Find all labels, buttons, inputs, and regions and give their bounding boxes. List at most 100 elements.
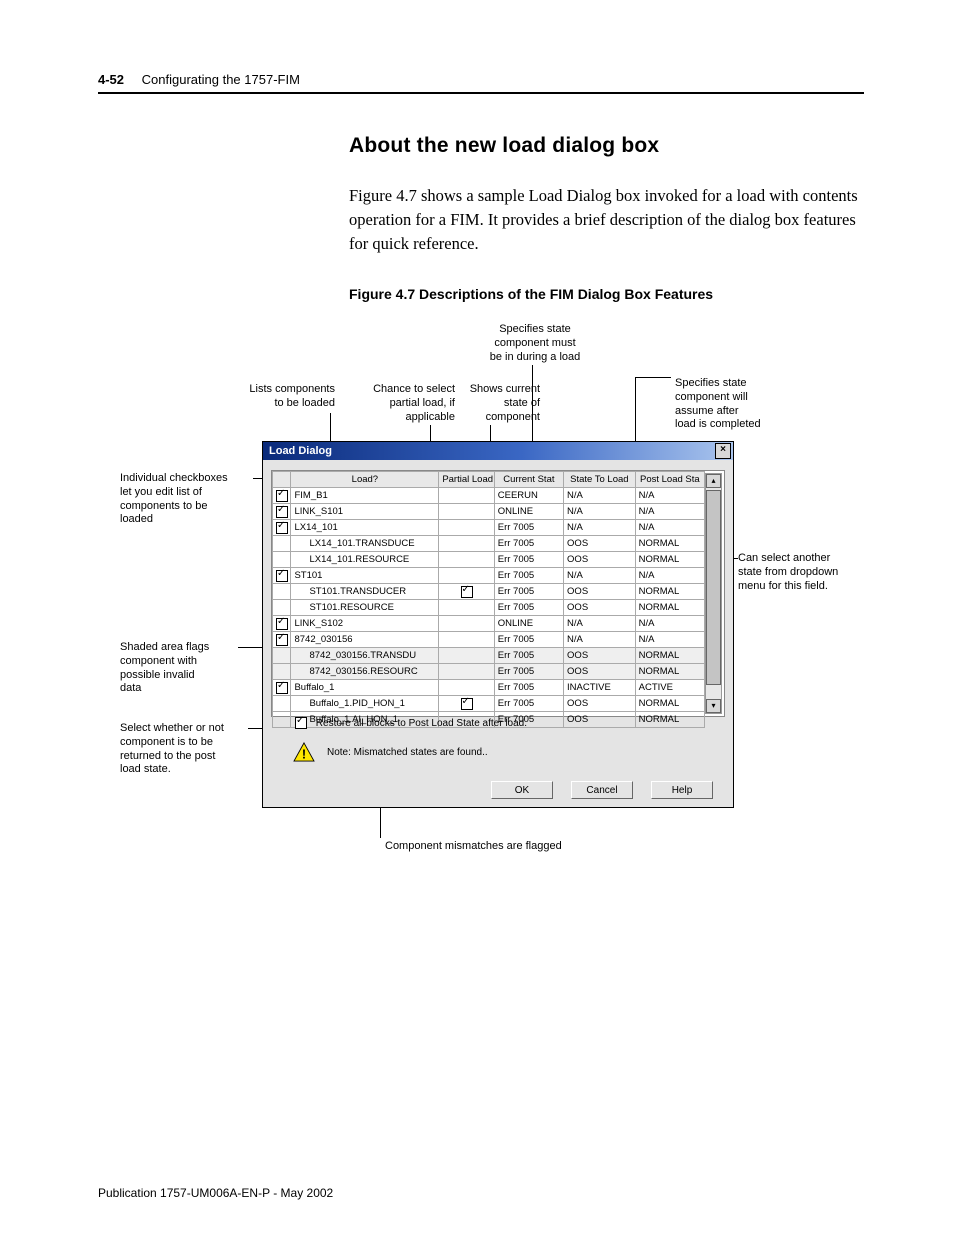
row-post-load: NORMAL xyxy=(635,664,704,680)
partial-checkbox[interactable] xyxy=(461,698,473,710)
row-checkbox-cell[interactable] xyxy=(273,520,291,536)
restore-row: Restore all blocks to Post Load State af… xyxy=(295,717,527,729)
row-partial[interactable] xyxy=(439,696,494,712)
row-name: Buffalo_1.PID_HON_1 xyxy=(291,696,439,712)
row-checkbox-cell[interactable] xyxy=(273,648,291,664)
row-state-to-load[interactable]: OOS xyxy=(564,600,636,616)
help-button[interactable]: Help xyxy=(651,781,713,799)
row-state-to-load[interactable]: N/A xyxy=(564,504,636,520)
row-partial[interactable] xyxy=(439,552,494,568)
row-state-to-load[interactable]: N/A xyxy=(564,616,636,632)
row-checkbox-cell[interactable] xyxy=(273,616,291,632)
row-checkbox-cell[interactable] xyxy=(273,600,291,616)
row-current: Err 7005 xyxy=(494,680,563,696)
row-state-to-load[interactable]: OOS xyxy=(564,648,636,664)
close-icon[interactable]: × xyxy=(715,443,731,459)
scroll-down-icon[interactable]: ▾ xyxy=(706,699,721,713)
row-post-load: N/A xyxy=(635,520,704,536)
row-current: Err 7005 xyxy=(494,552,563,568)
warning-icon: ! xyxy=(293,742,315,762)
row-partial[interactable] xyxy=(439,536,494,552)
row-checkbox-cell[interactable] xyxy=(273,664,291,680)
row-state-to-load[interactable]: OOS xyxy=(564,552,636,568)
col-load: Load? xyxy=(291,472,439,488)
row-checkbox-cell[interactable] xyxy=(273,632,291,648)
page-number: 4-52 xyxy=(98,72,124,87)
row-partial[interactable] xyxy=(439,584,494,600)
row-partial[interactable] xyxy=(439,520,494,536)
line xyxy=(635,377,671,378)
row-state-to-load[interactable]: N/A xyxy=(564,488,636,504)
row-name: 8742_030156 xyxy=(291,632,439,648)
row-current: ONLINE xyxy=(494,504,563,520)
row-checkbox-cell[interactable] xyxy=(273,568,291,584)
row-partial[interactable] xyxy=(439,600,494,616)
load-dialog: Load Dialog × Load? Partial Load Current… xyxy=(262,441,734,808)
row-state-to-load[interactable]: OOS xyxy=(564,584,636,600)
publication-footer: Publication 1757-UM006A-EN-P - May 2002 xyxy=(98,1186,333,1200)
warning-row: ! Note: Mismatched states are found.. xyxy=(293,742,488,762)
ok-button[interactable]: OK xyxy=(491,781,553,799)
row-partial[interactable] xyxy=(439,632,494,648)
restore-checkbox[interactable] xyxy=(295,717,307,729)
warning-note: Note: Mismatched states are found.. xyxy=(327,747,488,758)
row-checkbox-cell[interactable] xyxy=(273,696,291,712)
callout-individual: Individual checkboxes let you edit list … xyxy=(120,472,255,527)
row-post-load: NORMAL xyxy=(635,712,704,728)
row-name: 8742_030156.RESOURC xyxy=(291,664,439,680)
row-state-to-load[interactable]: OOS xyxy=(564,536,636,552)
table-row: ST101.RESOURCEErr 7005OOSNORMAL xyxy=(273,600,705,616)
row-checkbox-cell[interactable] xyxy=(273,488,291,504)
row-state-to-load[interactable]: INACTIVE xyxy=(564,680,636,696)
table-row: LX14_101.RESOURCEErr 7005OOSNORMAL xyxy=(273,552,705,568)
row-partial[interactable] xyxy=(439,648,494,664)
row-partial[interactable] xyxy=(439,568,494,584)
row-name: ST101.TRANSDUCER xyxy=(291,584,439,600)
row-checkbox-cell[interactable] xyxy=(273,584,291,600)
scrollbar[interactable]: ▴ ▾ xyxy=(705,473,722,714)
row-partial[interactable] xyxy=(439,504,494,520)
row-current: Err 7005 xyxy=(494,584,563,600)
row-checkbox[interactable] xyxy=(276,634,288,646)
row-state-to-load[interactable]: OOS xyxy=(564,696,636,712)
row-checkbox-cell[interactable] xyxy=(273,504,291,520)
callout-chance: Chance to select partial load, if applic… xyxy=(350,383,455,424)
row-current: Err 7005 xyxy=(494,520,563,536)
row-state-to-load[interactable]: N/A xyxy=(564,520,636,536)
row-checkbox[interactable] xyxy=(276,506,288,518)
col-partial: Partial Load xyxy=(439,472,494,488)
row-post-load: N/A xyxy=(635,632,704,648)
row-checkbox[interactable] xyxy=(276,618,288,630)
page-header: 4-52 Configurating the 1757-FIM xyxy=(98,72,864,87)
header-rule xyxy=(98,92,864,94)
row-partial[interactable] xyxy=(439,664,494,680)
section-heading: About the new load dialog box xyxy=(349,134,659,158)
row-name: ST101 xyxy=(291,568,439,584)
row-state-to-load[interactable]: N/A xyxy=(564,632,636,648)
row-name: Buffalo_1 xyxy=(291,680,439,696)
table-row: LINK_S102ONLINEN/AN/A xyxy=(273,616,705,632)
row-checkbox-cell[interactable] xyxy=(273,536,291,552)
row-state-to-load[interactable]: N/A xyxy=(564,568,636,584)
row-partial[interactable] xyxy=(439,616,494,632)
row-state-to-load[interactable]: OOS xyxy=(564,712,636,728)
dialog-titlebar: Load Dialog × xyxy=(263,442,733,460)
row-partial[interactable] xyxy=(439,680,494,696)
cancel-button[interactable]: Cancel xyxy=(571,781,633,799)
row-checkbox[interactable] xyxy=(276,570,288,582)
row-name: LX14_101 xyxy=(291,520,439,536)
row-partial[interactable] xyxy=(439,488,494,504)
scroll-up-icon[interactable]: ▴ xyxy=(706,474,721,488)
row-checkbox-cell[interactable] xyxy=(273,712,291,728)
scroll-thumb[interactable] xyxy=(706,490,721,685)
partial-checkbox[interactable] xyxy=(461,586,473,598)
row-checkbox[interactable] xyxy=(276,682,288,694)
row-post-load: NORMAL xyxy=(635,600,704,616)
row-checkbox[interactable] xyxy=(276,490,288,502)
row-state-to-load[interactable]: OOS xyxy=(564,664,636,680)
callout-dropdown: Can select another state from dropdown m… xyxy=(738,552,858,593)
row-checkbox-cell[interactable] xyxy=(273,680,291,696)
row-checkbox-cell[interactable] xyxy=(273,552,291,568)
row-checkbox[interactable] xyxy=(276,522,288,534)
table-row: 8742_030156Err 7005N/AN/A xyxy=(273,632,705,648)
